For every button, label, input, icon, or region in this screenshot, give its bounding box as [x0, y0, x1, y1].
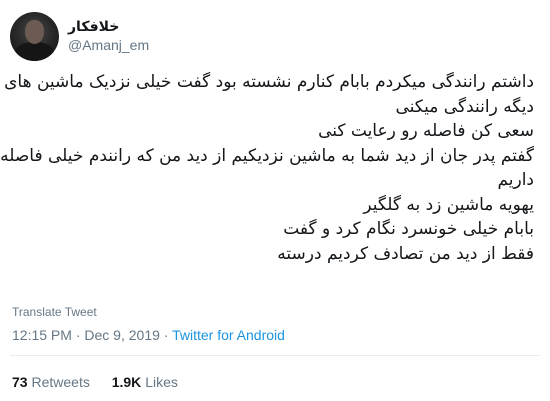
avatar-body-shape: [15, 41, 54, 61]
tweet-text-line: فقط از دید من تصادف کردیم درسته: [277, 243, 534, 264]
divider: [10, 355, 540, 356]
tweet-source-link[interactable]: Twitter for Android: [172, 327, 285, 343]
tweet-stats: 73 Retweets 1.9K Likes: [12, 374, 196, 390]
tweet-header: خلافکار @Amanj_em: [10, 11, 149, 61]
tweet-text-line: داشتم رانندگی میکردم بابام کنارم نشسته ب…: [4, 72, 534, 92]
retweets-stat[interactable]: 73 Retweets: [12, 374, 90, 390]
tweet-time[interactable]: 12:15 PM: [12, 327, 72, 343]
tweet-text-line: بابام خیلی خونسرد نگام کرد و گفت: [283, 219, 534, 239]
tweet-text-line: دیگه رانندگی میکنی: [395, 96, 534, 117]
tweet-metadata: 12:15 PM · Dec 9, 2019 · Twitter for And…: [12, 327, 285, 343]
tweet-text-line: داریم: [497, 170, 534, 190]
avatar[interactable]: [10, 11, 59, 61]
likes-label: Likes: [145, 374, 178, 390]
tweet-date[interactable]: Dec 9, 2019: [84, 327, 160, 343]
retweets-count: 73: [12, 374, 28, 390]
tweet-text-line: سعی کن فاصله رو رعایت کنی: [318, 121, 534, 141]
author-names: خلافکار @Amanj_em: [68, 17, 149, 55]
tweet-text-line: یهویه ماشین زد به گلگیر: [363, 194, 534, 215]
tweet-text-line: گفتم پدر جان از دید شما به ماشین نزدیکیم…: [0, 145, 534, 166]
author-display-name[interactable]: خلافکار: [68, 17, 149, 35]
author-handle[interactable]: @Amanj_em: [68, 35, 149, 55]
meta-separator: ·: [163, 327, 169, 343]
retweets-label: Retweets: [31, 374, 90, 390]
tweet-text: داشتم رانندگی میکردم بابام کنارم نشسته ب…: [0, 70, 534, 266]
likes-count: 1.9K: [111, 374, 142, 390]
meta-separator: ·: [75, 327, 81, 343]
likes-stat[interactable]: 1.9K Likes: [112, 374, 178, 390]
avatar-face-shape: [25, 19, 44, 44]
translate-tweet-link[interactable]: Translate Tweet: [12, 305, 97, 319]
